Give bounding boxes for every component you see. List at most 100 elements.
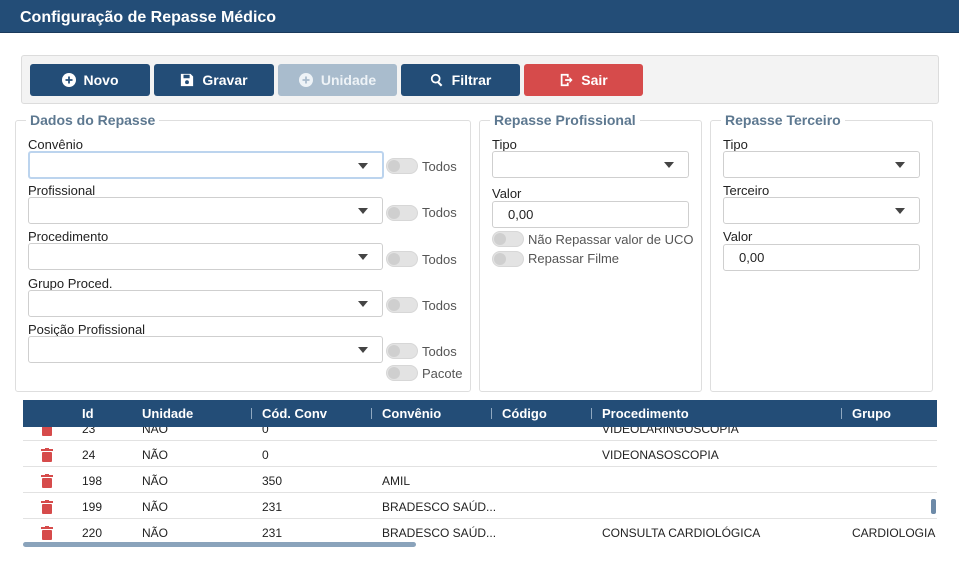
cell-id: 198 (82, 474, 103, 488)
trash-icon[interactable] (41, 526, 53, 540)
pacote-label: Pacote (422, 366, 463, 381)
horizontal-scrollbar[interactable] (23, 542, 416, 547)
trash-icon[interactable] (41, 427, 53, 436)
cell-id: 23 (82, 427, 96, 436)
convenio-select[interactable] (28, 151, 384, 179)
chevron-down-icon (358, 208, 368, 214)
grid-header: Id Unidade Cód. Conv Convênio Código Pro… (23, 400, 937, 427)
cell-id: 220 (82, 526, 103, 540)
repassar-filme-toggle[interactable] (492, 251, 524, 267)
grid-body: 23 NÃO 0 VIDEOLARINGOSCOPIA 24 NÃO 0 VID… (23, 427, 937, 543)
repasse-terceiro-panel: Repasse Terceiro Tipo Terceiro Valor 0,0… (710, 112, 933, 392)
nao-repassar-uco-toggle[interactable] (492, 231, 524, 247)
cell-convenio: BRADESCO SAÚD... (382, 526, 497, 540)
trash-icon[interactable] (41, 448, 53, 462)
cell-id: 24 (82, 448, 96, 462)
grupo-proced-label: Grupo Proced. (28, 276, 113, 291)
col-header-unidade[interactable]: Unidade (142, 406, 193, 421)
chevron-down-icon (358, 347, 368, 353)
sair-button[interactable]: Sair (524, 64, 643, 96)
posicao-profissional-label: Posição Profissional (28, 322, 146, 337)
cell-cod-conv: 0 (262, 448, 269, 462)
terceiro-label: Terceiro (723, 183, 770, 198)
posicao-todos-toggle[interactable] (386, 343, 418, 359)
procedimento-todos-toggle[interactable] (386, 251, 418, 267)
terc-tipo-label: Tipo (723, 137, 748, 152)
grupo-todos-toggle[interactable] (386, 297, 418, 313)
col-separator[interactable] (591, 408, 592, 419)
procedimento-select[interactable] (28, 243, 383, 270)
table-row[interactable]: 23 NÃO 0 VIDEOLARINGOSCOPIA (23, 427, 937, 441)
profissional-todos-toggle[interactable] (386, 205, 418, 221)
terc-valor-input[interactable]: 0,00 (723, 244, 920, 271)
save-icon (181, 73, 194, 87)
col-header-id[interactable]: Id (82, 406, 94, 421)
plus-circle-icon (298, 73, 313, 87)
cell-unidade: NÃO (142, 500, 169, 514)
cell-procedimento: CONSULTA CARDIOLÓGICA (602, 526, 761, 540)
posicao-profissional-select[interactable] (28, 336, 383, 363)
plus-circle-icon (61, 73, 76, 87)
terc-tipo-select[interactable] (723, 151, 920, 178)
dados-repasse-legend: Dados do Repasse (26, 112, 160, 128)
profissional-label: Profissional (28, 183, 96, 198)
prof-tipo-select[interactable] (492, 151, 689, 178)
profissional-todos-label: Todos (422, 205, 457, 220)
repasse-profissional-panel: Repasse Profissional Tipo Valor 0,00 Não… (479, 112, 702, 392)
table-row[interactable]: 199 NÃO 231 BRADESCO SAÚD... (23, 493, 937, 519)
cell-unidade: NÃO (142, 526, 169, 540)
col-header-codigo[interactable]: Código (502, 406, 547, 421)
col-header-procedimento[interactable]: Procedimento (602, 406, 689, 421)
gravar-label: Gravar (202, 72, 248, 88)
convenio-todos-toggle[interactable] (386, 158, 418, 174)
col-separator[interactable] (371, 408, 372, 419)
toolbar: Novo Gravar Unidade Filtrar Sair (21, 55, 939, 104)
nao-repassar-uco-label: Não Repassar valor de UCO (528, 232, 694, 247)
unidade-button[interactable]: Unidade (278, 64, 397, 96)
table-row[interactable]: 220 NÃO 231 BRADESCO SAÚD... CONSULTA CA… (23, 519, 937, 543)
repassar-filme-label: Repassar Filme (528, 251, 620, 266)
filtrar-label: Filtrar (451, 72, 492, 88)
chevron-down-icon (664, 162, 674, 168)
trash-icon[interactable] (41, 500, 53, 514)
cell-procedimento: VIDEONASOSCOPIA (602, 448, 719, 462)
prof-valor-input[interactable]: 0,00 (492, 201, 689, 228)
pacote-toggle[interactable] (386, 365, 418, 381)
col-separator[interactable] (251, 408, 252, 419)
col-separator[interactable] (841, 408, 842, 419)
cell-cod-conv: 350 (262, 474, 283, 488)
filtrar-button[interactable]: Filtrar (401, 64, 520, 96)
cell-procedimento: VIDEOLARINGOSCOPIA (602, 427, 739, 436)
repasse-grid: Id Unidade Cód. Conv Convênio Código Pro… (23, 400, 937, 548)
chevron-down-icon (895, 208, 905, 214)
grupo-proced-select[interactable] (28, 290, 383, 317)
table-row[interactable]: 198 NÃO 350 AMIL (23, 467, 937, 493)
novo-button[interactable]: Novo (30, 64, 150, 96)
col-header-grupo[interactable]: Grupo (852, 406, 891, 421)
cell-convenio: AMIL (382, 474, 411, 488)
cell-unidade: NÃO (142, 427, 169, 436)
prof-valor-label: Valor (492, 186, 522, 201)
novo-label: Novo (83, 72, 119, 88)
cell-convenio: BRADESCO SAÚD... (382, 500, 497, 514)
vertical-scrollbar[interactable] (931, 499, 936, 514)
col-header-convenio[interactable]: Convênio (382, 406, 441, 421)
cell-unidade: NÃO (142, 474, 169, 488)
title-bar: Configuração de Repasse Médico (0, 0, 959, 33)
prof-tipo-label: Tipo (492, 137, 517, 152)
dados-repasse-panel: Dados do Repasse Convênio Todos Profissi… (15, 112, 471, 392)
sign-out-icon (561, 73, 573, 87)
profissional-select[interactable] (28, 197, 383, 224)
chevron-down-icon (358, 301, 368, 307)
procedimento-todos-label: Todos (422, 252, 457, 267)
trash-icon[interactable] (41, 474, 53, 488)
col-separator[interactable] (491, 408, 492, 419)
chevron-down-icon (895, 162, 905, 168)
unidade-label: Unidade (320, 72, 377, 88)
gravar-button[interactable]: Gravar (154, 64, 274, 96)
search-icon (430, 73, 443, 87)
convenio-label: Convênio (28, 137, 83, 152)
col-header-cod-conv[interactable]: Cód. Conv (262, 406, 327, 421)
terceiro-select[interactable] (723, 197, 920, 224)
table-row[interactable]: 24 NÃO 0 VIDEONASOSCOPIA (23, 441, 937, 467)
